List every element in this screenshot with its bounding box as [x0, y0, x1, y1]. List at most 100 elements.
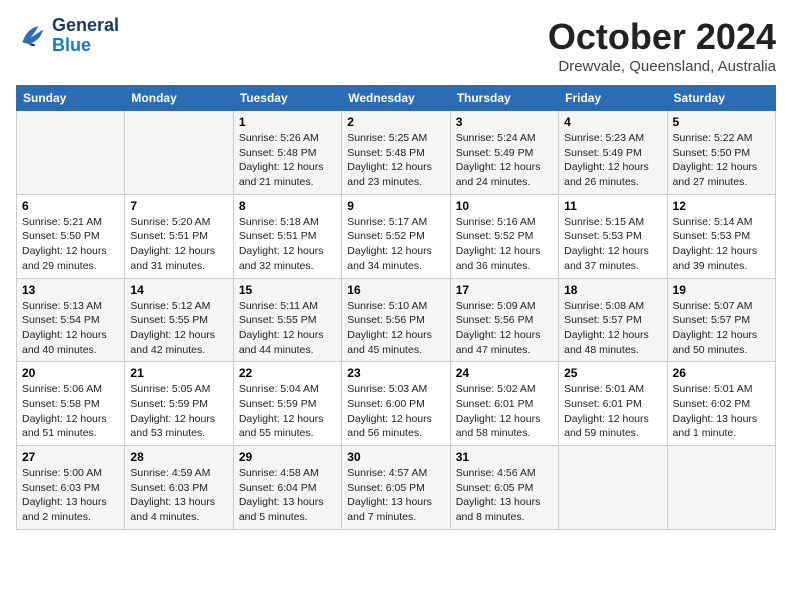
- day-number: 9: [347, 199, 444, 213]
- day-number: 28: [130, 450, 227, 464]
- day-number: 10: [456, 199, 553, 213]
- day-info: Sunrise: 4:59 AM Sunset: 6:03 PM Dayligh…: [130, 466, 227, 525]
- day-info: Sunrise: 4:58 AM Sunset: 6:04 PM Dayligh…: [239, 466, 336, 525]
- weekday-header-row: SundayMondayTuesdayWednesdayThursdayFrid…: [17, 86, 776, 111]
- day-info: Sunrise: 5:15 AM Sunset: 5:53 PM Dayligh…: [564, 215, 661, 274]
- day-info: Sunrise: 5:12 AM Sunset: 5:55 PM Dayligh…: [130, 299, 227, 358]
- weekday-header-wednesday: Wednesday: [342, 86, 450, 111]
- day-number: 30: [347, 450, 444, 464]
- day-number: 15: [239, 283, 336, 297]
- day-number: 4: [564, 115, 661, 129]
- calendar-cell: 18 Sunrise: 5:08 AM Sunset: 5:57 PM Dayli…: [559, 278, 667, 362]
- day-info: Sunrise: 4:56 AM Sunset: 6:05 PM Dayligh…: [456, 466, 553, 525]
- calendar-cell: 6 Sunrise: 5:21 AM Sunset: 5:50 PM Daylig…: [17, 194, 125, 278]
- calendar-cell: 16 Sunrise: 5:10 AM Sunset: 5:56 PM Dayli…: [342, 278, 450, 362]
- weekday-header-friday: Friday: [559, 86, 667, 111]
- logo: General Blue: [16, 16, 119, 56]
- calendar-cell: [667, 446, 775, 530]
- day-number: 12: [673, 199, 770, 213]
- week-row-4: 20Sunrise: 5:06 AM Sunset: 5:58 PM Dayli…: [17, 362, 776, 446]
- day-info: Sunrise: 5:02 AM Sunset: 6:01 PM Dayligh…: [456, 382, 553, 441]
- day-number: 20: [22, 366, 119, 380]
- calendar-cell: [559, 446, 667, 530]
- day-number: 7: [130, 199, 227, 213]
- day-info: Sunrise: 5:14 AM Sunset: 5:53 PM Dayligh…: [673, 215, 770, 274]
- day-info: Sunrise: 5:23 AM Sunset: 5:49 PM Dayligh…: [564, 131, 661, 190]
- week-row-3: 13 Sunrise: 5:13 AM Sunset: 5:54 PM Dayli…: [17, 278, 776, 362]
- week-row-5: 27 Sunrise: 5:00 AM Sunset: 6:03 PM Dayli…: [17, 446, 776, 530]
- day-info: Sunrise: 5:09 AM Sunset: 5:56 PM Dayligh…: [456, 299, 553, 358]
- day-info: Sunrise: 5:24 AM Sunset: 5:49 PM Dayligh…: [456, 131, 553, 190]
- day-number: 8: [239, 199, 336, 213]
- calendar-cell: 21 Sunrise: 5:05 AM Sunset: 5:59 PM Dayli…: [125, 362, 233, 446]
- month-title: October 2024: [548, 16, 776, 58]
- calendar-cell: 17 Sunrise: 5:09 AM Sunset: 5:56 PM Dayli…: [450, 278, 558, 362]
- day-info: Sunrise: 5:18 AM Sunset: 5:51 PM Dayligh…: [239, 215, 336, 274]
- day-info: Sunrise: 5:13 AM Sunset: 5:54 PM Dayligh…: [22, 299, 119, 358]
- calendar-cell: [17, 111, 125, 195]
- day-number: 29: [239, 450, 336, 464]
- day-number: 22: [239, 366, 336, 380]
- location: Drewvale, Queensland, Australia: [548, 58, 776, 75]
- day-info: Sunrise: 5:20 AM Sunset: 5:51 PM Dayligh…: [130, 215, 227, 274]
- day-number: 16: [347, 283, 444, 297]
- day-number: 23: [347, 366, 444, 380]
- calendar-cell: 9 Sunrise: 5:17 AM Sunset: 5:52 PM Daylig…: [342, 194, 450, 278]
- calendar-cell: 4 Sunrise: 5:23 AM Sunset: 5:49 PM Daylig…: [559, 111, 667, 195]
- calendar-cell: 10 Sunrise: 5:16 AM Sunset: 5:52 PM Dayli…: [450, 194, 558, 278]
- day-number: 26: [673, 366, 770, 380]
- calendar-cell: 30 Sunrise: 4:57 AM Sunset: 6:05 PM Dayli…: [342, 446, 450, 530]
- day-info: Sunrise: 5:01 AM Sunset: 6:02 PM Dayligh…: [673, 382, 770, 441]
- calendar-cell: [125, 111, 233, 195]
- calendar-cell: 11 Sunrise: 5:15 AM Sunset: 5:53 PM Dayli…: [559, 194, 667, 278]
- day-info: Sunrise: 5:03 AM Sunset: 6:00 PM Dayligh…: [347, 382, 444, 441]
- weekday-header-thursday: Thursday: [450, 86, 558, 111]
- weekday-header-saturday: Saturday: [667, 86, 775, 111]
- calendar-cell: 13 Sunrise: 5:13 AM Sunset: 5:54 PM Dayli…: [17, 278, 125, 362]
- day-number: 5: [673, 115, 770, 129]
- day-info: Sunrise: 5:05 AM Sunset: 5:59 PM Dayligh…: [130, 382, 227, 441]
- calendar-cell: 31 Sunrise: 4:56 AM Sunset: 6:05 PM Dayli…: [450, 446, 558, 530]
- day-number: 3: [456, 115, 553, 129]
- day-info: Sunrise: 5:10 AM Sunset: 5:56 PM Dayligh…: [347, 299, 444, 358]
- calendar-cell: 15Sunrise: 5:11 AM Sunset: 5:55 PM Dayli…: [233, 278, 341, 362]
- weekday-header-monday: Monday: [125, 86, 233, 111]
- calendar-cell: 5Sunrise: 5:22 AM Sunset: 5:50 PM Daylig…: [667, 111, 775, 195]
- calendar-cell: 22 Sunrise: 5:04 AM Sunset: 5:59 PM Dayli…: [233, 362, 341, 446]
- calendar-cell: 12 Sunrise: 5:14 AM Sunset: 5:53 PM Dayli…: [667, 194, 775, 278]
- day-info: Sunrise: 5:17 AM Sunset: 5:52 PM Dayligh…: [347, 215, 444, 274]
- weekday-header-sunday: Sunday: [17, 86, 125, 111]
- day-number: 21: [130, 366, 227, 380]
- day-number: 1: [239, 115, 336, 129]
- day-number: 13: [22, 283, 119, 297]
- calendar-cell: 25Sunrise: 5:01 AM Sunset: 6:01 PM Dayli…: [559, 362, 667, 446]
- day-info: Sunrise: 5:08 AM Sunset: 5:57 PM Dayligh…: [564, 299, 661, 358]
- day-number: 6: [22, 199, 119, 213]
- day-info: Sunrise: 5:26 AM Sunset: 5:48 PM Dayligh…: [239, 131, 336, 190]
- calendar-cell: 8 Sunrise: 5:18 AM Sunset: 5:51 PM Daylig…: [233, 194, 341, 278]
- day-info: Sunrise: 5:16 AM Sunset: 5:52 PM Dayligh…: [456, 215, 553, 274]
- day-number: 11: [564, 199, 661, 213]
- calendar-cell: 26 Sunrise: 5:01 AM Sunset: 6:02 PM Dayli…: [667, 362, 775, 446]
- logo-general: General: [52, 16, 119, 36]
- day-number: 31: [456, 450, 553, 464]
- calendar-cell: 24Sunrise: 5:02 AM Sunset: 6:01 PM Dayli…: [450, 362, 558, 446]
- calendar-cell: 2Sunrise: 5:25 AM Sunset: 5:48 PM Daylig…: [342, 111, 450, 195]
- day-info: Sunrise: 5:21 AM Sunset: 5:50 PM Dayligh…: [22, 215, 119, 274]
- day-info: Sunrise: 5:04 AM Sunset: 5:59 PM Dayligh…: [239, 382, 336, 441]
- calendar-cell: 27 Sunrise: 5:00 AM Sunset: 6:03 PM Dayli…: [17, 446, 125, 530]
- calendar-cell: 29 Sunrise: 4:58 AM Sunset: 6:04 PM Dayli…: [233, 446, 341, 530]
- day-number: 27: [22, 450, 119, 464]
- calendar-table: SundayMondayTuesdayWednesdayThursdayFrid…: [16, 85, 776, 530]
- day-info: Sunrise: 5:01 AM Sunset: 6:01 PM Dayligh…: [564, 382, 661, 441]
- weekday-header-tuesday: Tuesday: [233, 86, 341, 111]
- day-info: Sunrise: 5:00 AM Sunset: 6:03 PM Dayligh…: [22, 466, 119, 525]
- week-row-2: 6 Sunrise: 5:21 AM Sunset: 5:50 PM Daylig…: [17, 194, 776, 278]
- day-info: Sunrise: 4:57 AM Sunset: 6:05 PM Dayligh…: [347, 466, 444, 525]
- calendar-cell: 19Sunrise: 5:07 AM Sunset: 5:57 PM Dayli…: [667, 278, 775, 362]
- day-number: 18: [564, 283, 661, 297]
- day-number: 19: [673, 283, 770, 297]
- day-number: 17: [456, 283, 553, 297]
- week-row-1: 1 Sunrise: 5:26 AM Sunset: 5:48 PM Daylig…: [17, 111, 776, 195]
- day-info: Sunrise: 5:25 AM Sunset: 5:48 PM Dayligh…: [347, 131, 444, 190]
